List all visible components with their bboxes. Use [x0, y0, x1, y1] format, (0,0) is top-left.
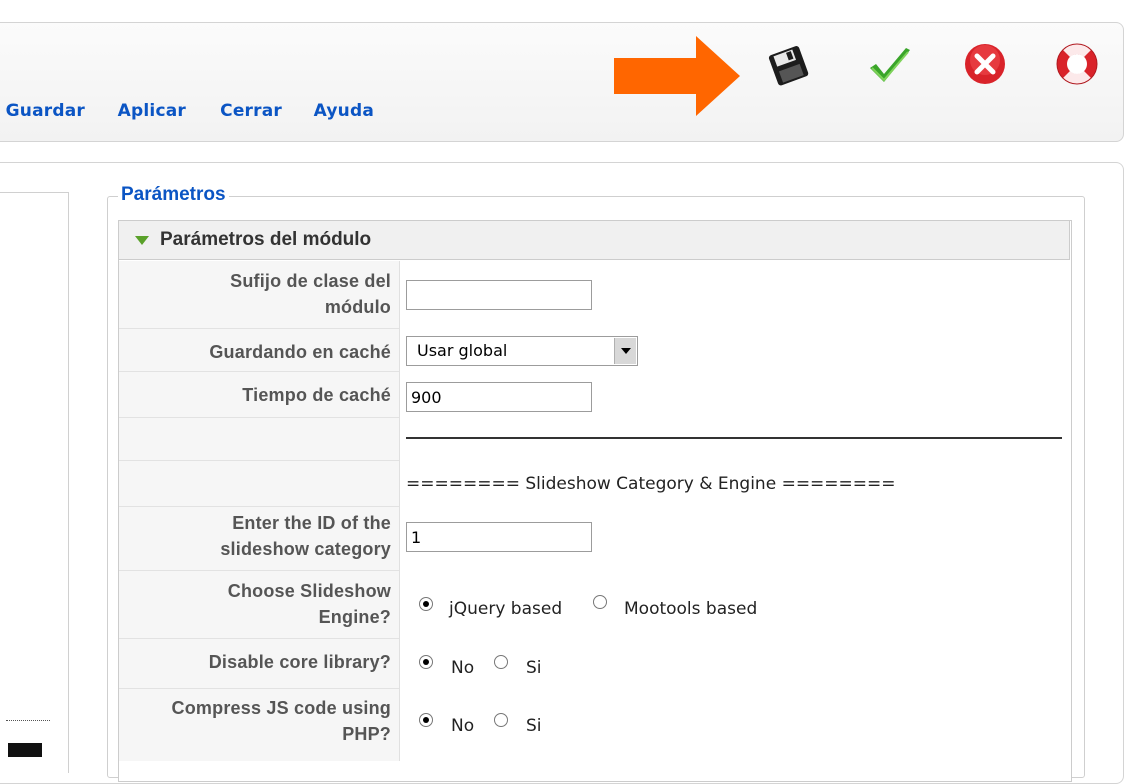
core-si-radio[interactable] — [494, 655, 508, 669]
compress-label: Compress JS code using PHP? — [171, 698, 391, 744]
orange-arrow-icon — [614, 36, 740, 116]
lifebuoy-icon — [1056, 43, 1098, 85]
save-button[interactable]: Guardar — [6, 40, 829, 121]
cache-select-value: Usar global — [417, 341, 508, 360]
close-circle-icon — [965, 44, 1005, 84]
row-divider — [119, 570, 399, 571]
help-button-label: Ayuda — [313, 101, 374, 121]
compress-no-radio[interactable] — [419, 713, 433, 727]
row-divider — [119, 417, 399, 418]
checkmark-icon — [870, 48, 910, 82]
params-legend: Parámetros — [118, 184, 229, 206]
help-button[interactable]: Ayuda — [314, 40, 1118, 121]
module-params-header[interactable]: Parámetros del módulo — [118, 220, 1070, 260]
floppy-disk-icon — [768, 46, 809, 86]
core-no-label: No — [451, 658, 475, 678]
apply-button[interactable]: Aplicar — [118, 40, 930, 121]
core-label: Disable core library? — [208, 652, 391, 672]
engine-mootools-radio[interactable] — [593, 595, 607, 609]
row-divider — [119, 638, 399, 639]
engine-label: Choose Slideshow Engine? — [227, 581, 391, 627]
save-button-label: Guardar — [5, 101, 85, 121]
core-no-radio[interactable] — [419, 655, 433, 669]
compress-si-radio[interactable] — [494, 713, 508, 727]
separator-line — [406, 437, 1062, 439]
close-button-label: Cerrar — [220, 101, 282, 121]
row-divider — [119, 460, 399, 461]
compress-si-label: Si — [526, 716, 542, 736]
close-button[interactable]: Cerrar — [220, 40, 1026, 121]
engine-jquery-radio[interactable] — [419, 597, 433, 611]
cache-time-label: Tiempo de caché — [242, 385, 391, 405]
category-input[interactable] — [406, 522, 592, 552]
suffix-label: Sufijo de clase del módulo — [230, 271, 391, 317]
cache-label: Guardando en caché — [209, 342, 391, 362]
row-divider — [119, 371, 399, 372]
module-params-title: Parámetros del módulo — [160, 229, 372, 250]
expand-triangle-icon — [135, 236, 149, 245]
dropdown-arrow-icon[interactable] — [614, 338, 636, 364]
cache-time-input[interactable] — [406, 382, 592, 412]
compress-no-label: No — [451, 716, 475, 736]
row-divider — [119, 688, 399, 689]
category-label: Enter the ID of the slideshow category — [220, 513, 391, 559]
engine-mootools-label: Mootools based — [624, 599, 758, 619]
section-title: ======== Slideshow Category & Engine ===… — [406, 474, 896, 494]
row-divider — [119, 328, 399, 329]
row-divider — [119, 506, 399, 507]
apply-button-label: Aplicar — [117, 101, 186, 121]
core-si-label: Si — [526, 658, 542, 678]
cache-select[interactable]: Usar global — [406, 336, 638, 366]
dotted-divider — [6, 720, 50, 721]
engine-jquery-label: jQuery based — [449, 599, 563, 619]
left-panel — [0, 192, 69, 773]
suffix-input[interactable] — [406, 280, 592, 310]
